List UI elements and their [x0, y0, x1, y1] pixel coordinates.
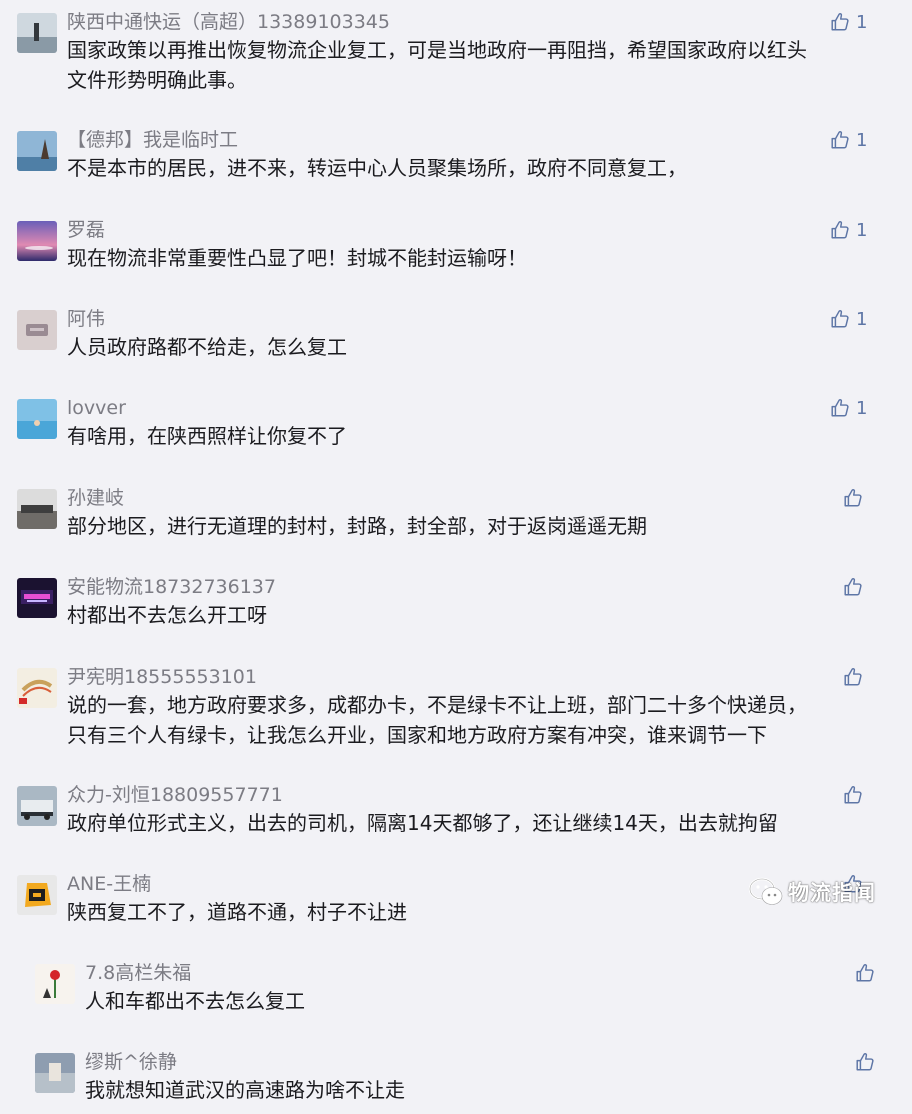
comment-text: 文件形势明确此事。	[67, 68, 247, 92]
comment-author[interactable]: 阿伟	[67, 308, 105, 330]
comment-author[interactable]: ANE-王楠	[67, 873, 151, 895]
comment-item: lovver 有啥用，在陕西照样让你复不了 1	[0, 394, 912, 452]
thumbs-up-icon	[844, 785, 862, 804]
comment-text: 村都出不去怎么开工呀	[67, 603, 267, 627]
comment-text: 有啥用，在陕西照样让你复不了	[67, 424, 347, 448]
comment-item: 7.8高栏朱福人和车都出不去怎么复工	[0, 959, 912, 1017]
avatar[interactable]	[17, 578, 57, 618]
avatar[interactable]	[35, 1053, 75, 1093]
thumbs-up-icon	[844, 667, 862, 686]
like-button[interactable]: 1	[829, 395, 867, 421]
like-count: 1	[856, 129, 868, 151]
comment-text: 只有三个人有绿卡，让我怎么开业，国家和地方政府方案有冲突，谁来调节一下	[67, 723, 767, 747]
comment-text: 不是本市的居民，进不来，转运中心人员聚集场所，政府不同意复工，	[67, 156, 687, 180]
comment-text: 人和车都出不去怎么复工	[85, 989, 305, 1013]
like-button[interactable]	[842, 485, 864, 511]
comment-text: 陕西复工不了，道路不通，村子不让进	[67, 900, 407, 924]
like-button[interactable]	[854, 960, 876, 986]
comment-text: 说的一套，地方政府要求多，成都办卡，不是绿卡不让上班，部门二十多个快递员，	[67, 693, 807, 717]
like-button[interactable]: 1	[829, 9, 867, 35]
like-button[interactable]: 1	[829, 217, 867, 243]
like-button[interactable]: 1	[829, 306, 867, 332]
avatar[interactable]	[17, 489, 57, 529]
comment-text: 我就想知道武汉的高速路为啥不让走	[85, 1078, 405, 1102]
thumbs-up-icon	[831, 398, 849, 417]
comment-item: 孙建岐部分地区，进行无道理的封村，封路，封全部，对于返岗遥遥无期	[0, 484, 912, 542]
avatar[interactable]	[17, 668, 57, 708]
thumbs-up-icon	[844, 577, 862, 596]
thumbs-up-icon	[856, 963, 874, 982]
comment-author[interactable]: 孙建岐	[67, 487, 124, 509]
comment-item: 【德邦】我是临时工不是本市的居民，进不来，转运中心人员聚集场所，政府不同意复工，…	[0, 126, 912, 184]
comment-author[interactable]: 陕西中通快运（高超）13389103345	[67, 11, 390, 33]
comment-author[interactable]: 缪斯^徐静	[85, 1051, 177, 1073]
comment-author[interactable]: 罗磊	[67, 219, 105, 241]
like-count: 1	[856, 308, 868, 330]
avatar[interactable]	[17, 875, 57, 915]
like-button[interactable]	[854, 1049, 876, 1075]
comment-author[interactable]: 安能物流18732736137	[67, 576, 276, 598]
comment-text: 现在物流非常重要性凸显了吧！封城不能封运输呀！	[67, 246, 527, 270]
avatar[interactable]	[17, 310, 57, 350]
like-button[interactable]: 1	[829, 127, 867, 153]
like-count: 1	[856, 397, 868, 419]
comment-text: 部分地区，进行无道理的封村，封路，封全部，对于返岗遥遥无期	[67, 514, 647, 538]
like-count: 1	[856, 11, 868, 33]
watermark-text: 物流指闻	[788, 881, 876, 905]
avatar[interactable]	[17, 13, 57, 53]
like-button[interactable]	[842, 782, 864, 808]
comment-text: 政府单位形式主义，出去的司机，隔离14天都够了，还让继续14天，出去就拘留	[67, 811, 778, 835]
avatar[interactable]	[17, 399, 57, 439]
avatar[interactable]	[17, 786, 57, 826]
thumbs-up-icon	[831, 12, 849, 31]
comment-author[interactable]: 众力-刘恒18809557771	[67, 784, 283, 806]
comment-item: 缪斯^徐静我就想知道武汉的高速路为啥不让走	[0, 1048, 912, 1106]
wechat-icon	[748, 877, 783, 905]
thumbs-up-icon	[831, 309, 849, 328]
thumbs-up-icon	[831, 130, 849, 149]
comment-item: 安能物流18732736137 村都出不去怎么开工呀	[0, 573, 912, 631]
like-count: 1	[856, 219, 868, 241]
like-button[interactable]	[842, 664, 864, 690]
comment-item: 众力-刘恒18809557771 政府单位形式主义，出去的司机，隔离14天都够了，…	[0, 781, 912, 839]
thumbs-up-icon	[831, 220, 849, 239]
thumbs-up-icon	[856, 1052, 874, 1071]
comment-author[interactable]: lovver	[67, 397, 126, 419]
comment-item: 陕西中通快运（高超）13389103345 国家政策以再推出恢复物流企业复工，可是…	[0, 8, 912, 96]
comment-text: 人员政府路都不给走，怎么复工	[67, 335, 347, 359]
watermark: 物流指闻	[748, 875, 876, 909]
thumbs-up-icon	[844, 488, 862, 507]
like-button[interactable]	[842, 574, 864, 600]
comment-item: 尹宪明18555553101 说的一套，地方政府要求多，成都办卡，不是绿卡不让上班…	[0, 663, 912, 751]
comment-author[interactable]: 【德邦】我是临时工	[67, 129, 238, 151]
comment-item: 阿伟人员政府路都不给走，怎么复工 1	[0, 305, 912, 363]
avatar[interactable]	[17, 221, 57, 261]
comment-author[interactable]: 7.8高栏朱福	[85, 962, 191, 984]
avatar[interactable]	[17, 131, 57, 171]
avatar[interactable]	[35, 964, 75, 1004]
comment-text: 国家政策以再推出恢复物流企业复工，可是当地政府一再阻挡，希望国家政府以红头	[67, 38, 807, 62]
comment-item: 罗磊现在物流非常重要性凸显了吧！封城不能封运输呀！ 1	[0, 216, 912, 274]
comment-author[interactable]: 尹宪明18555553101	[67, 666, 257, 688]
